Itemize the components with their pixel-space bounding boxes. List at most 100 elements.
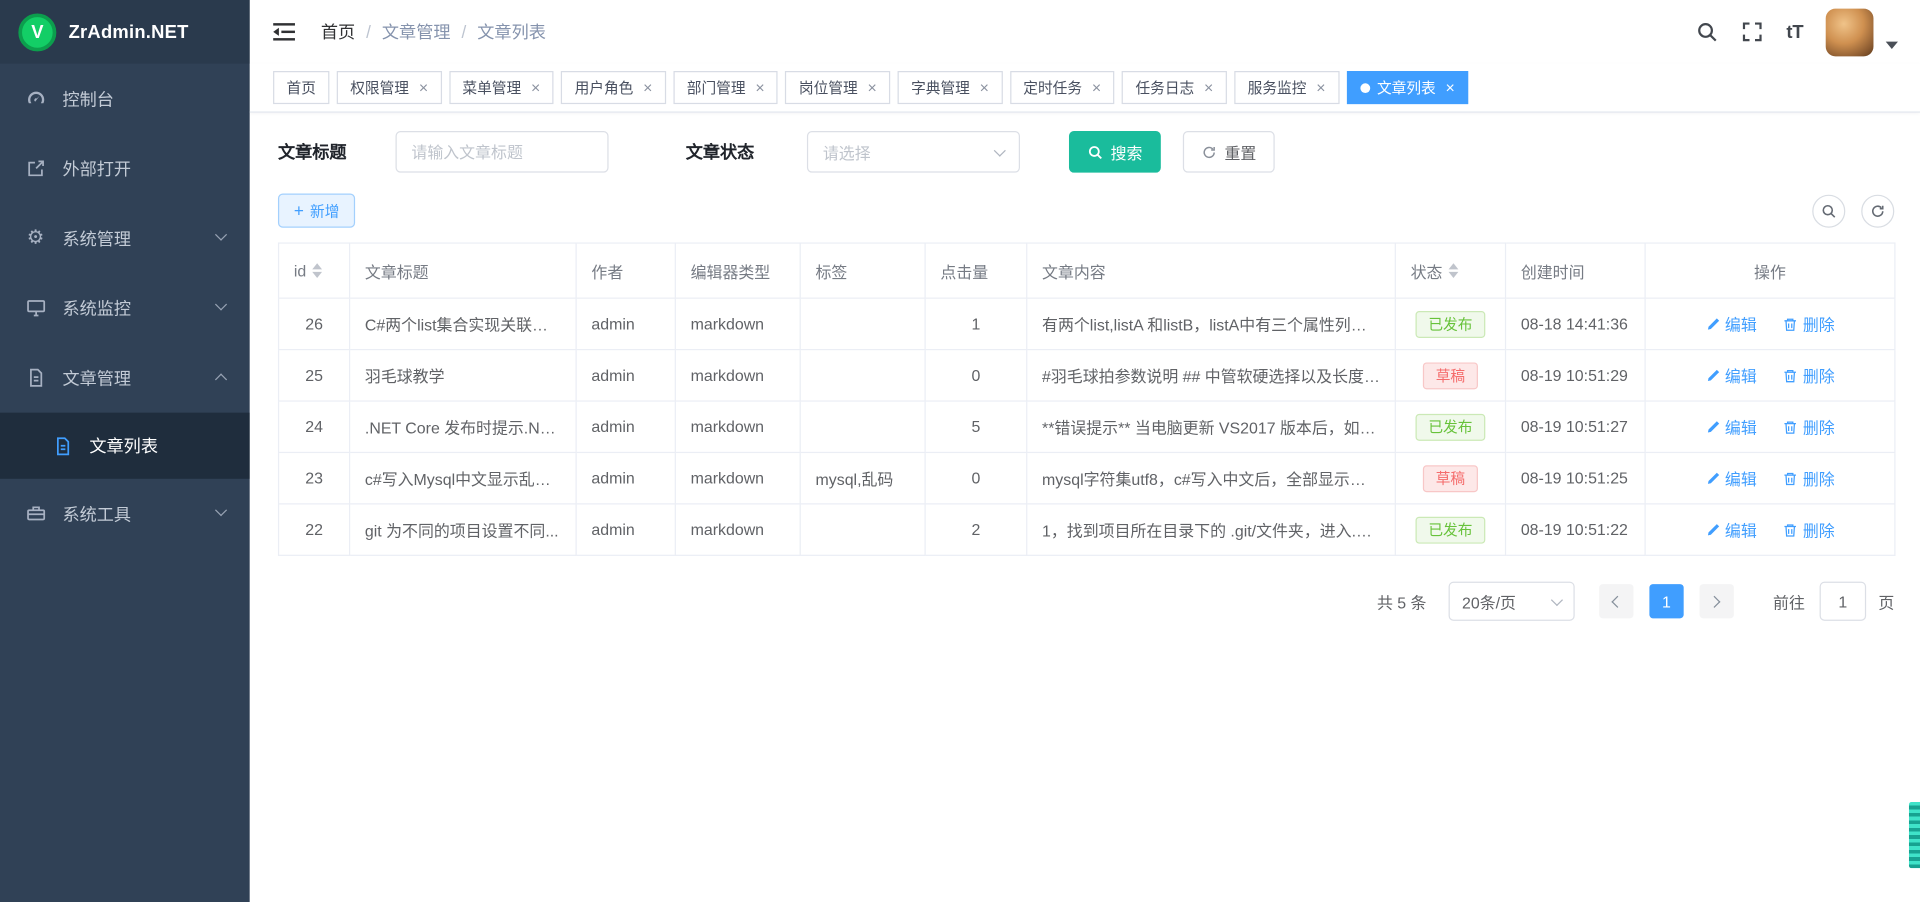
hamburger-icon[interactable]	[272, 20, 296, 44]
sidebar-item-external-open[interactable]: 外部打开	[0, 133, 250, 203]
external-link-icon	[24, 157, 46, 179]
search-icon	[1087, 144, 1103, 160]
tab-item[interactable]: 任务日志 ×	[1122, 71, 1227, 104]
tab-item[interactable]: 岗位管理 ×	[785, 71, 890, 104]
chevron-down-icon	[215, 298, 227, 310]
refresh-button[interactable]	[1861, 194, 1894, 227]
table-row: 25 羽毛球教学 admin markdown 0 #羽毛球拍参数说明 ## 中…	[279, 350, 1895, 401]
close-icon[interactable]: ×	[868, 80, 877, 96]
close-icon[interactable]: ×	[1204, 80, 1213, 96]
breadcrumb-article-management[interactable]: 文章管理	[382, 20, 451, 44]
col-header-author: 作者	[576, 243, 675, 298]
avatar[interactable]	[1826, 8, 1874, 56]
edit-button[interactable]: 编辑	[1705, 415, 1756, 438]
tab-item[interactable]: 用户角色 ×	[561, 71, 666, 104]
cell-author: admin	[576, 401, 675, 452]
trash-icon	[1783, 522, 1798, 537]
toolbox-icon	[24, 503, 46, 525]
edit-button[interactable]: 编辑	[1705, 518, 1756, 541]
chevron-right-icon	[1709, 595, 1721, 607]
cell-title: c#写入Mysql中文显示乱码 ...	[350, 452, 577, 503]
logo-icon: V	[18, 13, 56, 51]
add-button[interactable]: + 新增	[278, 193, 355, 227]
chevron-up-icon	[215, 373, 227, 385]
sidebar-item-system-tools[interactable]: 系统工具	[0, 479, 250, 549]
close-icon[interactable]: ×	[755, 80, 764, 96]
delete-button[interactable]: 删除	[1783, 518, 1834, 541]
topbar: 首页 / 文章管理 / 文章列表 tT	[250, 0, 1920, 64]
page-content: 文章标题 文章状态 请选择 搜索 重置 +	[250, 113, 1920, 902]
cell-created: 08-19 10:51:29	[1506, 350, 1646, 401]
page-size-select[interactable]: 20条/页	[1449, 582, 1575, 621]
close-icon[interactable]: ×	[980, 80, 989, 96]
close-icon[interactable]: ×	[531, 80, 540, 96]
search-icon[interactable]	[1696, 20, 1719, 43]
document-icon	[24, 367, 46, 389]
cell-title: 羽毛球教学	[350, 350, 577, 401]
tab-item[interactable]: 权限管理 ×	[337, 71, 442, 104]
page-unit-label: 页	[1878, 590, 1894, 613]
sidebar-item-system-monitor[interactable]: 系统监控	[0, 273, 250, 343]
col-header-created: 创建时间	[1506, 243, 1646, 298]
goto-page-input[interactable]	[1820, 582, 1867, 621]
edit-button[interactable]: 编辑	[1705, 364, 1756, 387]
fullscreen-icon[interactable]	[1741, 20, 1764, 43]
tab-item[interactable]: 首页	[273, 71, 329, 104]
delete-button[interactable]: 删除	[1783, 312, 1834, 335]
sidebar-subitem-article-list[interactable]: 文章列表	[0, 413, 250, 479]
trash-icon	[1783, 419, 1798, 434]
cell-title: git 为不同的项目设置不同...	[350, 504, 577, 555]
table-row: 24 .NET Core 发布时提示.NET... admin markdown…	[279, 401, 1895, 452]
article-status-select[interactable]: 请选择	[807, 131, 1020, 173]
app-title: ZrAdmin.NET	[69, 21, 189, 42]
delete-button[interactable]: 删除	[1783, 364, 1834, 387]
cell-id: 24	[279, 401, 350, 452]
sort-icon[interactable]	[1449, 263, 1459, 278]
close-icon[interactable]: ×	[419, 80, 428, 96]
sort-icon[interactable]	[312, 263, 322, 278]
breadcrumb-article-list[interactable]: 文章列表	[477, 20, 546, 44]
breadcrumb-separator: /	[461, 22, 466, 42]
col-header-id: id	[279, 243, 350, 298]
caret-down-icon[interactable]	[1886, 41, 1898, 48]
cell-content: mysql字符集utf8，c#写入中文后，全部显示成? ...	[1027, 452, 1396, 503]
close-icon[interactable]: ×	[643, 80, 652, 96]
status-badge: 草稿	[1423, 362, 1477, 389]
delete-button[interactable]: 删除	[1783, 467, 1834, 490]
reset-button[interactable]: 重置	[1183, 131, 1275, 173]
next-page-button[interactable]	[1700, 584, 1734, 618]
toggle-search-button[interactable]	[1812, 194, 1845, 227]
tab-item[interactable]: 服务监控 ×	[1234, 71, 1339, 104]
sidebar-item-article-management[interactable]: 文章管理	[0, 343, 250, 413]
sidebar-item-system-management[interactable]: ⚙ 系统管理	[0, 203, 250, 273]
breadcrumb-home[interactable]: 首页	[321, 20, 355, 44]
cell-author: admin	[576, 452, 675, 503]
tab-item[interactable]: 部门管理 ×	[673, 71, 778, 104]
cell-created: 08-18 14:41:36	[1506, 298, 1646, 349]
col-header-ops: 操作	[1645, 243, 1895, 298]
cell-editor: markdown	[675, 504, 800, 555]
page-number-button[interactable]: 1	[1649, 584, 1683, 618]
goto-label: 前往	[1773, 590, 1805, 613]
delete-button[interactable]: 删除	[1783, 415, 1834, 438]
sidebar-item-dashboard[interactable]: 控制台	[0, 64, 250, 134]
col-header-clicks: 点击量	[925, 243, 1027, 298]
font-size-icon[interactable]: tT	[1786, 20, 1803, 43]
tab-item-active[interactable]: 文章列表 ×	[1346, 71, 1468, 104]
article-title-input[interactable]	[396, 131, 609, 173]
sidebar-nav: 控制台 外部打开 ⚙ 系统管理 系统监控	[0, 64, 250, 902]
tab-item[interactable]: 字典管理 ×	[898, 71, 1003, 104]
tab-item[interactable]: 定时任务 ×	[1010, 71, 1115, 104]
edit-button[interactable]: 编辑	[1705, 312, 1756, 335]
tab-item[interactable]: 菜单管理 ×	[449, 71, 554, 104]
cell-title: C#两个list集合实现关联，...	[350, 298, 577, 349]
breadcrumb: 首页 / 文章管理 / 文章列表	[321, 20, 546, 44]
performance-widget[interactable]	[1909, 802, 1920, 868]
prev-page-button[interactable]	[1599, 584, 1633, 618]
close-icon[interactable]: ×	[1446, 80, 1455, 96]
close-icon[interactable]: ×	[1316, 80, 1325, 96]
close-icon[interactable]: ×	[1092, 80, 1101, 96]
col-header-editor: 编辑器类型	[675, 243, 800, 298]
search-button[interactable]: 搜索	[1069, 131, 1161, 173]
edit-button[interactable]: 编辑	[1705, 467, 1756, 490]
